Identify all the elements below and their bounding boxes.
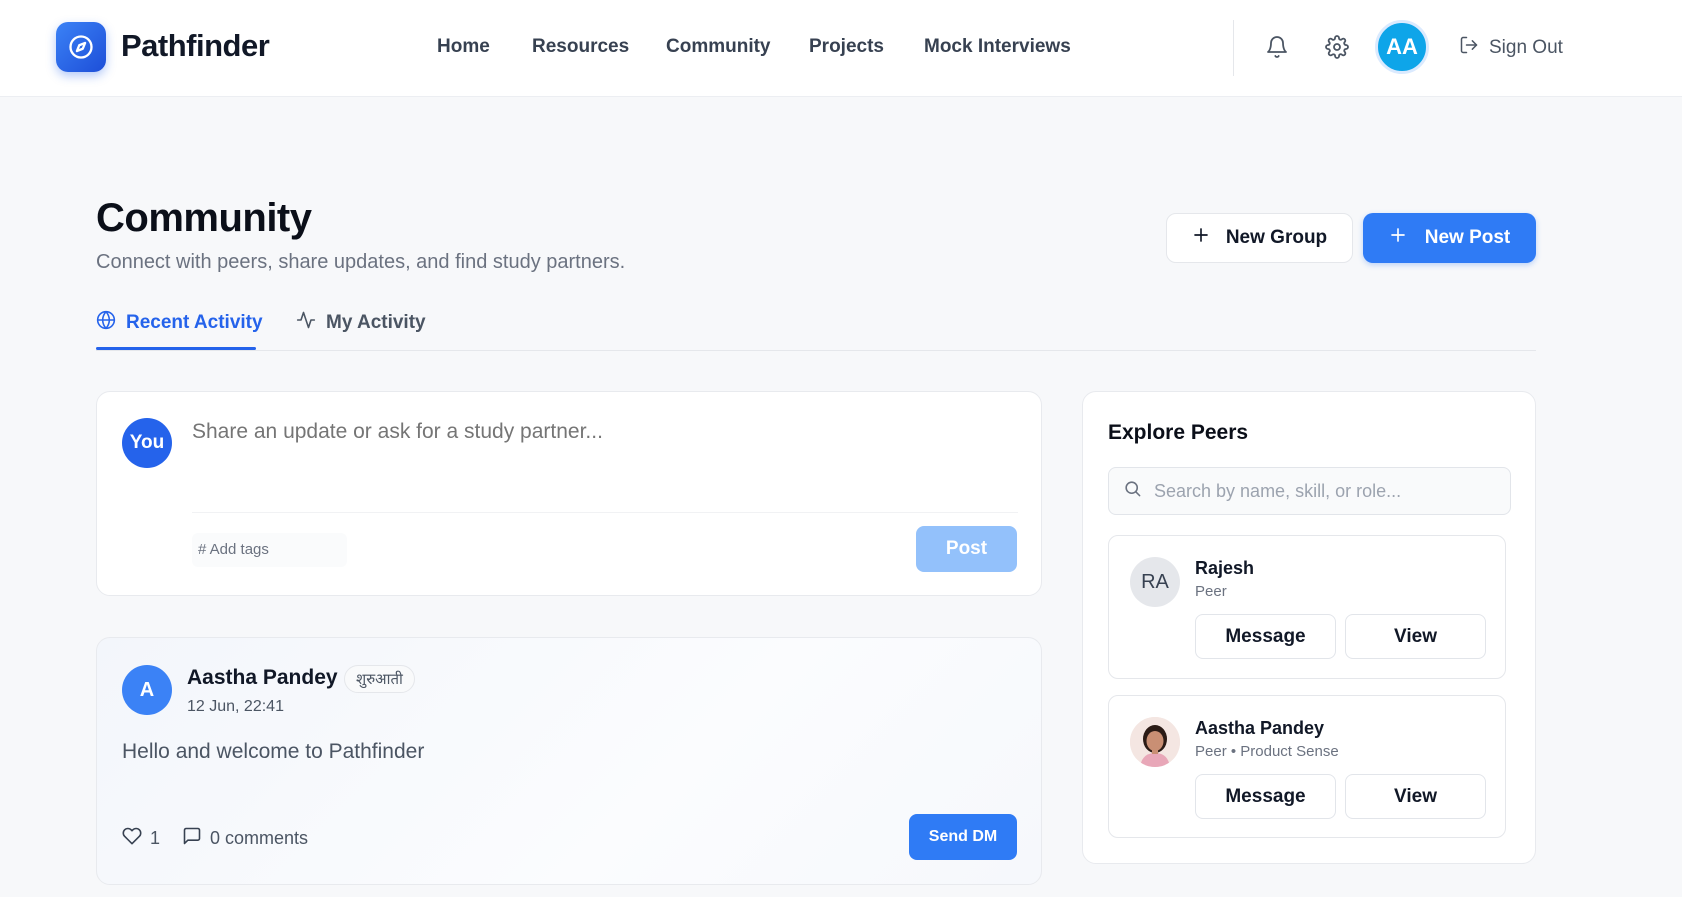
send-dm-button[interactable]: Send DM xyxy=(909,814,1017,860)
composer-input[interactable] xyxy=(192,420,1012,444)
feed-post: A Aastha Pandey शुरुआती 12 Jun, 22:41 He… xyxy=(96,637,1042,885)
tab-my-activity[interactable]: My Activity xyxy=(296,310,426,336)
bell-icon[interactable] xyxy=(1263,33,1291,61)
new-post-label: New Post xyxy=(1424,227,1511,248)
composer-avatar: You xyxy=(122,418,172,468)
nav-item-mock-interviews[interactable]: Mock Interviews xyxy=(924,36,1071,58)
peer-role: Peer • Product Sense xyxy=(1195,743,1339,760)
new-group-label: New Group xyxy=(1225,227,1328,248)
post-author-avatar[interactable]: A xyxy=(122,665,172,715)
peer-search-input[interactable] xyxy=(1154,480,1494,502)
view-button[interactable]: View xyxy=(1345,614,1486,659)
sign-out-icon xyxy=(1459,35,1479,61)
gear-icon[interactable] xyxy=(1323,33,1351,61)
nav-item-home[interactable]: Home xyxy=(437,36,490,58)
message-button[interactable]: Message xyxy=(1195,774,1336,819)
peer-search xyxy=(1108,467,1511,515)
post-body: Hello and welcome to Pathfinder xyxy=(122,740,425,763)
peer-name[interactable]: Aastha Pandey xyxy=(1195,718,1324,739)
nav-item-projects[interactable]: Projects xyxy=(809,36,884,58)
peer-name[interactable]: Rajesh xyxy=(1195,558,1254,579)
like-count: 1 xyxy=(150,828,161,848)
comments-button[interactable]: 0 comments xyxy=(182,826,308,851)
peer-role: Peer xyxy=(1195,583,1227,600)
view-button[interactable]: View xyxy=(1345,774,1486,819)
peer-avatar-photo[interactable] xyxy=(1130,717,1180,767)
tab-label: Recent Activity xyxy=(126,312,263,333)
brand-name[interactable]: Pathfinder xyxy=(121,28,270,64)
sign-out-label: Sign Out xyxy=(1489,37,1563,58)
tab-recent-activity[interactable]: Recent Activity xyxy=(96,310,263,336)
peers-title: Explore Peers xyxy=(1108,421,1249,444)
page-title: Community xyxy=(96,196,312,240)
sign-out-button[interactable]: Sign Out xyxy=(1459,35,1563,61)
composer-divider xyxy=(192,512,1018,513)
level-badge: शुरुआती xyxy=(344,665,415,693)
post-composer: You # Add tags Post xyxy=(96,391,1042,596)
nav-item-community[interactable]: Community xyxy=(666,36,771,58)
post-actions: 1 0 comments xyxy=(122,826,308,851)
heart-icon xyxy=(122,826,142,851)
peer-card: RA Rajesh Peer Message View xyxy=(1108,535,1506,679)
header-divider xyxy=(1233,20,1234,76)
nav-item-resources[interactable]: Resources xyxy=(532,36,629,58)
explore-peers-panel: Explore Peers RA Rajesh Peer Message Vie… xyxy=(1082,391,1536,864)
user-avatar[interactable]: AA xyxy=(1375,20,1429,74)
post-timestamp: 12 Jun, 22:41 xyxy=(187,698,284,715)
compass-logo-icon[interactable] xyxy=(56,22,106,72)
page-subtitle: Connect with peers, share updates, and f… xyxy=(96,251,626,273)
top-header: Pathfinder Home Resources Community Proj… xyxy=(0,0,1682,97)
plus-icon xyxy=(1389,226,1407,250)
activity-icon xyxy=(296,310,316,336)
plus-icon xyxy=(1192,226,1210,250)
tab-label: My Activity xyxy=(326,312,426,333)
post-author-name[interactable]: Aastha Pandey xyxy=(187,666,338,690)
globe-icon xyxy=(96,310,116,336)
tabs-divider xyxy=(96,350,1536,351)
search-icon xyxy=(1123,479,1142,503)
message-button[interactable]: Message xyxy=(1195,614,1336,659)
comment-icon xyxy=(182,826,202,851)
active-tab-indicator xyxy=(96,347,256,350)
add-tags-input[interactable]: # Add tags xyxy=(192,533,347,567)
like-button[interactable]: 1 xyxy=(122,826,160,851)
peer-avatar[interactable]: RA xyxy=(1130,557,1180,607)
comment-count: 0 comments xyxy=(210,828,309,848)
peer-card: Aastha Pandey Peer • Product Sense Messa… xyxy=(1108,695,1506,838)
post-button[interactable]: Post xyxy=(916,526,1017,572)
new-group-button[interactable]: New Group xyxy=(1166,213,1353,263)
new-post-button[interactable]: New Post xyxy=(1363,213,1536,263)
